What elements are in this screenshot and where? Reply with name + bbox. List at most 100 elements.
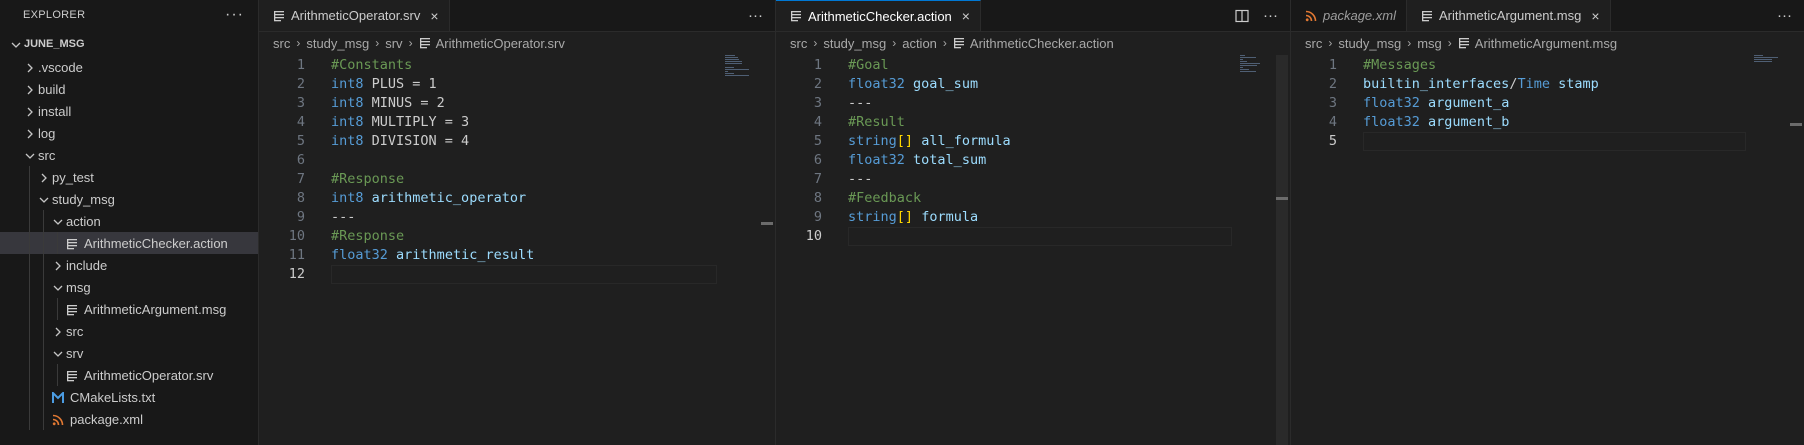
close-icon[interactable]: × (430, 8, 438, 24)
code-token: [] (896, 209, 914, 225)
current-line-highlight (331, 265, 717, 284)
chevron-right-icon: › (1328, 36, 1333, 50)
breadcrumb-item[interactable]: src (790, 36, 807, 51)
editor-actions: ··· (748, 0, 775, 31)
rss-icon (1305, 10, 1317, 22)
breadcrumb-item[interactable]: ArithmeticOperator.srv (436, 36, 565, 51)
chevron-down-icon (36, 192, 52, 207)
vertical-scrollbar[interactable] (1276, 55, 1288, 445)
scrollbar-thumb[interactable] (1790, 123, 1802, 126)
breadcrumb-item[interactable]: study_msg (823, 36, 886, 51)
workspace-section[interactable]: JUNE_MSG (0, 32, 258, 56)
tab-bar: package.xml ArithmeticArgument.msg × ··· (1291, 0, 1804, 32)
scrollbar-thumb[interactable] (761, 222, 773, 225)
code-token: argument_a (1428, 95, 1510, 111)
code-editor[interactable]: 1 #Constants 2 int8 PLUS = 1 3 int8 MINUS = 2… (259, 56, 775, 284)
scrollbar-thumb[interactable] (1276, 197, 1288, 200)
editor-tab[interactable]: ArithmeticArgument.msg × (1406, 0, 1611, 31)
minimap[interactable] (1754, 55, 1780, 75)
tree-file-arithmeticoperator-srv[interactable]: ArithmeticOperator.srv (0, 364, 258, 386)
close-icon[interactable]: × (1591, 8, 1599, 24)
split-editor-icon[interactable] (1235, 9, 1249, 23)
breadcrumb-item[interactable]: srv (385, 36, 402, 51)
code-line: 10 #Response (259, 227, 775, 246)
line-text: int8 arithmetic_operator (305, 189, 526, 208)
breadcrumb-item[interactable]: msg (1417, 36, 1442, 51)
breadcrumb-item[interactable]: src (1305, 36, 1322, 51)
tree-folder-srv[interactable]: srv (0, 342, 258, 364)
line-number: 5 (296, 133, 305, 149)
code-token: #Constants (331, 57, 413, 73)
editor-actions: ··· (1235, 0, 1290, 31)
more-actions-icon[interactable]: ··· (225, 6, 244, 24)
tree-folder-py-test[interactable]: py_test (0, 166, 258, 188)
vertical-scrollbar[interactable] (1790, 55, 1802, 445)
lines-icon (64, 236, 80, 251)
tree-folder-install[interactable]: install (0, 100, 258, 122)
line-number: 2 (1328, 76, 1337, 92)
minimap[interactable] (1240, 55, 1266, 75)
chevron-right-icon (22, 82, 38, 97)
breadcrumb-item[interactable]: ArithmeticArgument.msg (1475, 36, 1617, 51)
code-line: 9 string[] formula (776, 208, 1290, 227)
code-token: float32 (848, 76, 905, 92)
tree-folder-include[interactable]: include (0, 254, 258, 276)
code-token: total_sum (913, 152, 987, 168)
breadcrumb-item[interactable]: study_msg (1338, 36, 1401, 51)
line-text: float32 total_sum (822, 151, 986, 170)
code-token: #Goal (848, 57, 889, 73)
line-text (1337, 132, 1363, 151)
editor-tab[interactable]: ArithmeticChecker.action × (776, 0, 981, 31)
tree-folder-src[interactable]: src (0, 144, 258, 166)
editor-actions: ··· (1777, 0, 1804, 31)
breadcrumb-item[interactable]: ArithmeticChecker.action (970, 36, 1114, 51)
code-editor[interactable]: 1 #Goal 2 float32 goal_sum 3 --- 4 #Result 5 stri… (776, 56, 1290, 246)
close-icon[interactable]: × (962, 8, 970, 24)
line-number: 5 (1328, 133, 1337, 149)
editor-tab[interactable]: ArithmeticOperator.srv × (259, 0, 450, 31)
tree-file-arithmeticargument-msg[interactable]: ArithmeticArgument.msg (0, 298, 258, 320)
tab-label: package.xml (1323, 8, 1396, 23)
code-token: int8 (331, 114, 364, 130)
tree-file-cmakelists-txt[interactable]: CMakeLists.txt (0, 386, 258, 408)
code-token: stamp (1558, 76, 1599, 92)
tree-file-package-xml[interactable]: package.xml (0, 408, 258, 430)
chevron-right-icon (22, 104, 38, 119)
minimap[interactable] (725, 55, 751, 76)
line-number: 8 (296, 190, 305, 206)
tree-file-arithmeticchecker-action[interactable]: ArithmeticChecker.action (0, 232, 258, 254)
tree-folder-src[interactable]: src (0, 320, 258, 342)
tree-folder-msg[interactable]: msg (0, 276, 258, 298)
editor-tab[interactable]: package.xml (1291, 0, 1407, 31)
line-number: 4 (296, 114, 305, 130)
code-token: #Response (331, 228, 405, 244)
tree-folder-build[interactable]: build (0, 78, 258, 100)
tree-folder-log[interactable]: log (0, 122, 258, 144)
breadcrumb-item[interactable]: action (902, 36, 937, 51)
code-editor[interactable]: 1 #Messages 2 builtin_interfaces/Time stamp… (1291, 56, 1804, 151)
more-actions-icon[interactable]: ··· (1777, 7, 1792, 24)
tree-item-label: msg (66, 279, 91, 295)
tree-folder--vscode[interactable]: .vscode (0, 56, 258, 78)
lines-icon (64, 302, 80, 317)
vertical-scrollbar[interactable] (761, 55, 773, 445)
code-line: 9 --- (259, 208, 775, 227)
tree-folder-study-msg[interactable]: study_msg (0, 188, 258, 210)
file-tree: .vscode build install log src py_test study_ms… (0, 56, 258, 430)
line-text: #Constants (305, 56, 412, 75)
tree-item-label: package.xml (70, 411, 143, 427)
line-number: 4 (1328, 114, 1337, 130)
more-actions-icon[interactable]: ··· (748, 7, 763, 24)
more-actions-icon[interactable]: ··· (1263, 7, 1278, 24)
breadcrumb-item[interactable]: src (273, 36, 290, 51)
code-token: --- (848, 171, 873, 187)
tree-folder-action[interactable]: action (0, 210, 258, 232)
tree-item-label: srv (66, 345, 84, 361)
line-number: 11 (288, 247, 305, 263)
line-text: #Feedback (822, 189, 921, 208)
breadcrumb-item[interactable]: study_msg (306, 36, 369, 51)
indent-guide (43, 254, 44, 276)
line-text: --- (822, 94, 872, 113)
chevron-right-icon (22, 126, 38, 141)
